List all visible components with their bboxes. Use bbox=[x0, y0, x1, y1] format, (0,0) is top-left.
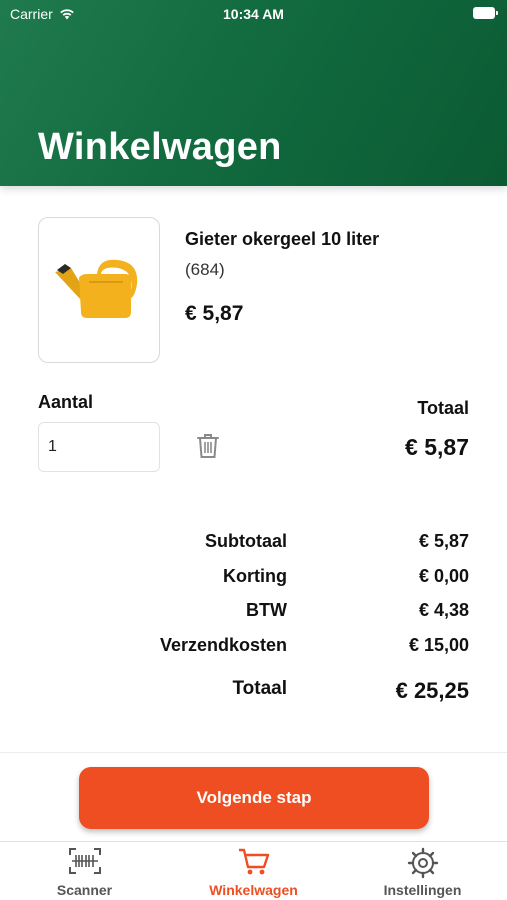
battery-icon bbox=[473, 7, 498, 19]
tab-cart[interactable]: Winkelwagen bbox=[169, 842, 338, 900]
vat-value: € 4,38 bbox=[418, 600, 469, 620]
tab-bar: Scanner Winkelwagen Instellingen bbox=[0, 841, 507, 900]
tab-settings-label: Instellingen bbox=[383, 882, 462, 898]
tab-scanner-label: Scanner bbox=[56, 882, 113, 898]
shipping-value: € 15,00 bbox=[408, 635, 469, 655]
summary-discount-row: Korting € 0,00 bbox=[0, 566, 507, 594]
tab-scanner[interactable]: Scanner bbox=[0, 842, 169, 900]
barcode-scanner-icon bbox=[68, 848, 101, 874]
page-title: Winkelwagen bbox=[38, 126, 282, 168]
watering-can-icon bbox=[55, 259, 138, 318]
cart-icon bbox=[238, 848, 269, 875]
quantity-label: Aantal bbox=[38, 392, 94, 412]
vat-label: BTW bbox=[246, 600, 287, 620]
trash-icon[interactable] bbox=[196, 433, 220, 459]
product-image[interactable] bbox=[38, 217, 160, 363]
header: Carrier 10:34 AM Winkelwagen bbox=[0, 0, 507, 186]
next-step-button[interactable]: Volgende stap bbox=[79, 767, 429, 829]
quantity-input[interactable] bbox=[38, 422, 160, 472]
summary-vat-row: BTW € 4,38 bbox=[0, 600, 507, 628]
grand-total-value: € 25,25 bbox=[395, 678, 469, 703]
subtotal-label: Subtotaal bbox=[204, 531, 287, 551]
summary-total-row: Totaal € 25,25 bbox=[0, 678, 507, 706]
item-total-value: € 5,87 bbox=[405, 434, 469, 460]
shipping-label: Verzendkosten bbox=[159, 635, 287, 655]
discount-value: € 0,00 bbox=[418, 566, 469, 586]
grand-total-label: Totaal bbox=[232, 678, 287, 699]
tab-cart-label: Winkelwagen bbox=[209, 882, 298, 898]
tab-settings[interactable]: Instellingen bbox=[338, 842, 507, 900]
item-total-label: Totaal bbox=[417, 398, 469, 418]
gear-icon bbox=[407, 847, 438, 879]
summary-subtotal-row: Subtotaal € 5,87 bbox=[0, 531, 507, 559]
summary-shipping-row: Verzendkosten € 15,00 bbox=[0, 635, 507, 663]
discount-label: Korting bbox=[223, 566, 287, 586]
product-name: Gieter okergeel 10 liter bbox=[185, 229, 380, 249]
product-price: € 5,87 bbox=[185, 302, 244, 325]
subtotal-value: € 5,87 bbox=[418, 531, 469, 551]
status-time: 10:34 AM bbox=[223, 6, 284, 22]
product-code: (684) bbox=[185, 260, 225, 279]
status-bar: Carrier 10:34 AM bbox=[0, 0, 507, 28]
